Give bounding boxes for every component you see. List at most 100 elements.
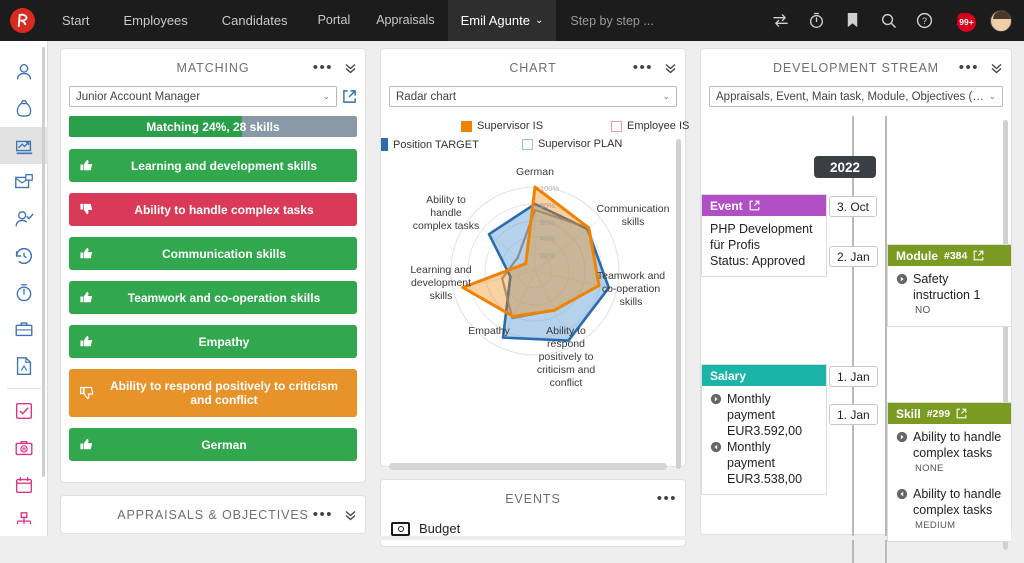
events-panel-header: EVENTS ••• <box>381 480 685 517</box>
radar-axis-label: Learning and <box>410 264 471 276</box>
timeline-card-salary[interactable]: Salary Monthly payment EUR3.592,00 <box>701 364 827 495</box>
sidebar-item-jobs[interactable] <box>0 311 48 348</box>
radar-axis-label: Teamwork and <box>597 270 665 282</box>
list-item[interactable]: Communication skills <box>69 237 357 270</box>
chevron-down-icon: ⌄ <box>535 0 543 41</box>
legend-item-supervisor-is[interactable]: Supervisor IS <box>461 120 543 132</box>
sidebar-item-tasks[interactable] <box>0 393 48 430</box>
svg-text:100%: 100% <box>540 184 560 193</box>
stream-panel-title: DEVELOPMENT STREAM <box>773 61 939 75</box>
notification-count-badge: 99+ <box>957 13 976 32</box>
left-sidebar <box>0 41 48 540</box>
stream-filter-select[interactable]: Appraisals, Event, Main task, Module, Ob… <box>709 86 1003 107</box>
card-entry: Monthly payment <box>710 391 818 423</box>
chevron-down-icon: ⌄ <box>658 91 670 102</box>
step-by-step-label[interactable]: Step by step ... <box>556 14 667 28</box>
search-icon[interactable] <box>879 11 898 30</box>
sidebar-item-history[interactable] <box>0 238 48 275</box>
transfer-icon[interactable] <box>771 11 790 30</box>
list-item[interactable]: Ability to respond positively to critici… <box>69 369 357 417</box>
chevron-double-down-icon[interactable] <box>344 509 357 521</box>
svg-text:60%: 60% <box>540 218 555 227</box>
matching-skill-list: Learning and development skills Ability … <box>61 149 365 482</box>
external-link-icon[interactable] <box>956 408 967 419</box>
nav-candidates[interactable]: Candidates <box>205 0 305 41</box>
arrow-left-circle-icon <box>710 441 722 457</box>
external-link-icon[interactable] <box>973 250 984 261</box>
skill-label: Learning and development skills <box>101 159 347 173</box>
list-item[interactable]: Budget <box>381 517 685 546</box>
sidebar-item-documents[interactable] <box>0 348 48 385</box>
radar-axis-label: Ability to <box>546 325 586 337</box>
svg-text:skills: skills <box>620 296 643 308</box>
more-options-icon[interactable]: ••• <box>313 64 333 72</box>
avatar[interactable] <box>990 10 1012 32</box>
external-link-icon[interactable] <box>749 200 760 211</box>
sidebar-item-org-chart[interactable] <box>0 503 48 540</box>
sidebar-item-approvals[interactable] <box>0 201 48 238</box>
chart-horizontal-scrollbar[interactable] <box>389 463 667 470</box>
card-line: Status: Approved <box>710 253 818 269</box>
thumbs-up-icon <box>79 437 101 452</box>
sidebar-item-analytics[interactable] <box>0 127 48 164</box>
sidebar-item-person[interactable] <box>0 54 48 91</box>
skill-label: Ability to respond positively to critici… <box>101 379 347 407</box>
card-header: Skill #299 <box>888 403 1011 424</box>
skill-label: Teamwork and co-operation skills <box>101 291 347 305</box>
timeline-date-chip: 1. Jan <box>829 404 878 425</box>
sidebar-item-inbox[interactable] <box>0 430 48 467</box>
thumbs-up-icon <box>79 334 101 349</box>
timeline-card-skill-299[interactable]: Skill #299 Ability to handle complex tas… <box>887 402 1011 542</box>
thumbs-up-icon <box>79 246 101 261</box>
matching-progress-bar[interactable]: Matching 24%, 28 skills <box>69 116 357 137</box>
sidebar-divider <box>7 388 41 389</box>
nav-appraisals[interactable]: Appraisals <box>363 0 447 41</box>
list-item[interactable]: Learning and development skills <box>69 149 357 182</box>
nav-start[interactable]: Start <box>45 0 106 41</box>
app-logo[interactable] <box>0 0 45 41</box>
sidebar-scrollbar[interactable] <box>42 47 45 477</box>
list-item[interactable]: Empathy <box>69 325 357 358</box>
more-options-icon[interactable]: ••• <box>313 511 333 519</box>
stopwatch-icon[interactable] <box>807 11 826 30</box>
stream-timeline: 2022 3. Oct 2. Jan 1. Jan 1. Jan 1. Jan … <box>701 116 1011 563</box>
entry-text: Monthly payment <box>727 391 818 423</box>
user-menu-button[interactable]: Emil Agunte ⌄ <box>448 0 557 41</box>
chart-type-select[interactable]: Radar chart ⌄ <box>389 86 677 107</box>
card-header: Event <box>702 195 826 216</box>
entry-text: Monthly payment <box>727 439 818 471</box>
list-item[interactable]: German <box>69 428 357 461</box>
thumbs-down-outline-icon <box>79 385 101 401</box>
sidebar-item-calendar[interactable] <box>0 467 48 504</box>
help-icon[interactable]: ? <box>915 11 934 30</box>
timeline-card-module[interactable]: Module #384 Safety instruction 1 No <box>887 244 1011 327</box>
matching-panel-header: MATCHING ••• <box>61 49 365 86</box>
timeline-axis-left <box>852 116 854 563</box>
chart-vertical-scrollbar[interactable] <box>676 139 681 469</box>
legend-label: Employee IS <box>627 120 689 132</box>
timeline-card-event[interactable]: Event PHP Development für Profis Status:… <box>701 194 827 277</box>
nav-portal[interactable]: Portal <box>305 0 364 41</box>
more-options-icon[interactable]: ••• <box>633 64 653 72</box>
open-position-external-link-icon[interactable] <box>342 86 357 107</box>
chevron-double-down-icon[interactable] <box>990 62 1003 74</box>
sidebar-item-payroll[interactable] <box>0 91 48 128</box>
appraisals-panel-header: APPRAISALS & OBJECTIVES ••• <box>61 496 365 533</box>
svg-text:development: development <box>411 277 471 289</box>
list-item[interactable]: Ability to handle complex tasks <box>69 193 357 226</box>
nav-employees[interactable]: Employees <box>106 0 204 41</box>
chevron-double-down-icon[interactable] <box>344 62 357 74</box>
sidebar-item-recruiting[interactable] <box>0 164 48 201</box>
chevron-double-down-icon[interactable] <box>664 62 677 74</box>
more-options-icon[interactable]: ••• <box>657 495 677 503</box>
notifications-button[interactable]: 99+ <box>951 10 973 32</box>
position-select[interactable]: Junior Account Manager ⌄ <box>69 86 337 107</box>
radar-axis-label: Ability to <box>426 194 466 206</box>
more-options-icon[interactable]: ••• <box>959 64 979 72</box>
sidebar-item-time[interactable] <box>0 274 48 311</box>
bookmark-icon[interactable] <box>843 11 862 30</box>
list-item[interactable]: Teamwork and co-operation skills <box>69 281 357 314</box>
skill-label: German <box>101 438 347 452</box>
legend-item-employee-is[interactable]: Employee IS <box>611 120 689 132</box>
calendar-icon <box>13 474 35 496</box>
